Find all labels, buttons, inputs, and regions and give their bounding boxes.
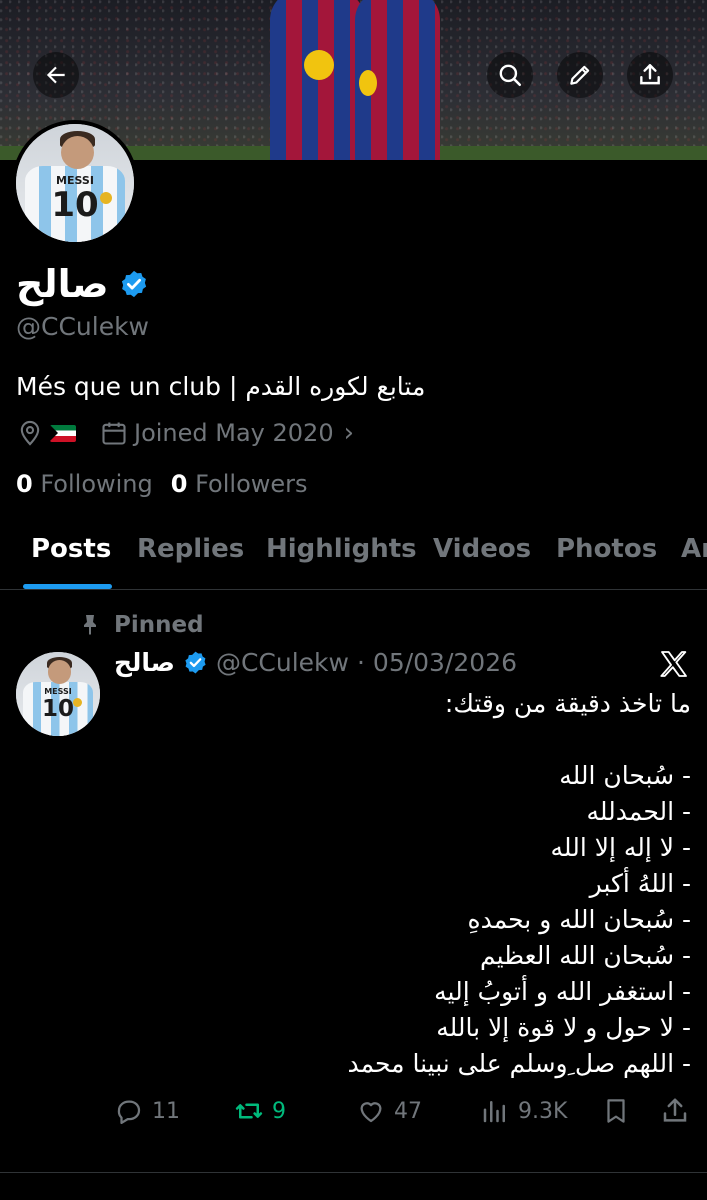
following-label: Following xyxy=(40,470,153,498)
tab-photos[interactable]: Photos xyxy=(556,534,657,564)
followers-label: Followers xyxy=(195,470,308,498)
post-line: - استغفر الله و أتوبُ إليه xyxy=(434,977,691,1006)
avatar-shirt-number: 10 xyxy=(41,695,74,722)
post-text: ما تاخذ دقيقة من وقتك: - سُبحان الله - ا… xyxy=(111,686,691,1082)
tab-articles[interactable]: Ar xyxy=(681,534,707,564)
views-button[interactable]: 9.3K xyxy=(480,1096,567,1126)
like-count: 47 xyxy=(394,1098,422,1124)
reply-button[interactable]: 11 xyxy=(114,1096,180,1126)
heart-icon xyxy=(360,1102,382,1123)
reply-count: 11 xyxy=(152,1098,180,1124)
repost-icon xyxy=(235,1103,263,1119)
following-count: 0 xyxy=(16,470,33,498)
post-line: - لا حول و لا قوة إلا بالله xyxy=(436,1013,691,1042)
share-button[interactable] xyxy=(627,52,673,98)
banner-player-left xyxy=(270,0,365,160)
post-line: - اللهم صل ِوسلم على نبينا محمد xyxy=(347,1049,691,1078)
edit-button[interactable] xyxy=(557,52,603,98)
verified-badge-icon[interactable] xyxy=(119,269,149,299)
followers-link[interactable]: 0 Followers xyxy=(171,470,308,498)
repost-count: 9 xyxy=(272,1098,286,1124)
sun-badge-icon xyxy=(73,698,82,707)
like-button[interactable]: 47 xyxy=(356,1096,422,1126)
post-author-avatar[interactable]: MESSI 10 xyxy=(16,652,100,736)
bookmark-button[interactable] xyxy=(601,1096,631,1126)
share-post-button[interactable] xyxy=(660,1096,690,1126)
post-line: - اللهُ أكبر xyxy=(589,869,691,898)
pinned-label: Pinned xyxy=(114,612,204,638)
tab-posts[interactable]: Posts xyxy=(31,534,111,564)
profile-meta: Joined May 2020 › xyxy=(16,418,354,448)
search-icon xyxy=(499,64,522,87)
post-separator: · xyxy=(356,648,365,677)
post-date[interactable]: 05/03/2026 xyxy=(373,648,517,677)
active-tab-indicator xyxy=(23,584,112,589)
post-line xyxy=(111,722,691,758)
repost-button[interactable]: 9 xyxy=(234,1096,286,1126)
calendar-icon xyxy=(102,422,126,445)
share-icon xyxy=(640,64,660,85)
post-author-handle[interactable]: @CCulekw xyxy=(216,648,349,677)
following-link[interactable]: 0 Following xyxy=(16,470,153,498)
tab-replies[interactable]: Replies xyxy=(137,534,244,564)
pencil-icon xyxy=(570,65,590,85)
post-author-name[interactable]: صالح xyxy=(114,648,175,677)
tab-highlights[interactable]: Highlights xyxy=(266,534,417,564)
display-name: صالح xyxy=(16,262,109,306)
tab-videos[interactable]: Videos xyxy=(433,534,531,564)
arrow-left-icon xyxy=(46,66,65,84)
reply-icon xyxy=(117,1100,141,1124)
profile-avatar[interactable]: MESSI 10 xyxy=(12,120,138,246)
pinned-label-row: Pinned xyxy=(78,612,204,638)
pin-icon xyxy=(84,615,96,635)
back-button[interactable] xyxy=(33,52,79,98)
post-line: - سُبحان الله و بحمدهِ xyxy=(467,905,692,934)
profile-bio: Més que un club | متابع لكوره القدم xyxy=(16,372,426,401)
post-line: - الحمدلله xyxy=(586,797,691,826)
post-header: صالح @CCulekw · 05/03/2026 xyxy=(114,648,517,677)
profile-name-row: صالح xyxy=(16,262,149,306)
post-divider xyxy=(0,1172,707,1173)
chevron-right-icon[interactable]: › xyxy=(344,418,354,448)
sun-badge-icon xyxy=(100,192,112,204)
avatar-shirt-number: 10 xyxy=(51,185,99,226)
views-chart-icon xyxy=(483,1101,505,1123)
profile-handle: @CCulekw xyxy=(16,312,150,341)
post-actions: 11 9 47 9.3K xyxy=(0,1092,707,1132)
verified-badge-icon xyxy=(185,651,206,674)
views-count: 9.3K xyxy=(518,1098,568,1124)
joined-date[interactable]: Joined May 2020 xyxy=(134,419,334,447)
profile-tabs: Posts Replies Highlights Videos Photos A… xyxy=(0,520,707,590)
search-button[interactable] xyxy=(487,52,533,98)
post-line: - سُبحان الله العظيم xyxy=(479,941,691,970)
kuwait-flag-icon xyxy=(50,424,76,442)
location-pin-icon xyxy=(20,420,40,446)
follow-stats: 0 Following 0 Followers xyxy=(16,470,308,498)
post-line: - سُبحان الله xyxy=(559,761,691,790)
banner-player-right xyxy=(355,0,440,160)
bookmark-icon xyxy=(607,1099,625,1123)
followers-count: 0 xyxy=(170,470,188,498)
share-icon xyxy=(663,1098,687,1122)
x-logo-icon[interactable] xyxy=(658,648,690,680)
post-line: ما تاخذ دقيقة من وقتك: xyxy=(444,689,691,718)
post-line: - لا إله إلا الله xyxy=(550,833,691,862)
